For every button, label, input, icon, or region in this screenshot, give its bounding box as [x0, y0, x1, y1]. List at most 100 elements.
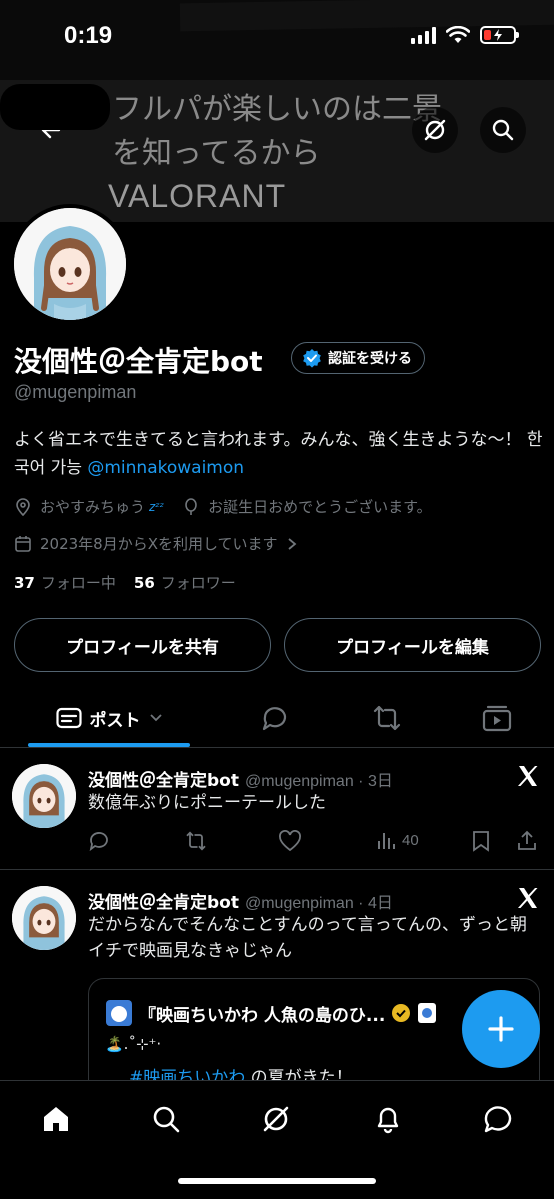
- profile-meta-row: おやすみちゅう zᶻᶻ お誕生日おめでとうございます。: [14, 496, 432, 517]
- share-icon: [518, 830, 536, 850]
- share-button[interactable]: [516, 830, 538, 852]
- get-verified-button[interactable]: 認証を受ける: [291, 342, 425, 374]
- bookmark-icon: [473, 831, 489, 852]
- nav-notifications[interactable]: [368, 1099, 408, 1139]
- grok-icon: [424, 119, 446, 141]
- verified-badge-icon: [303, 349, 321, 368]
- post-avatar[interactable]: [12, 764, 76, 828]
- sleep-zzz: zᶻᶻ: [149, 499, 165, 514]
- reply-bubble-icon: [262, 707, 287, 731]
- birthday-balloon-icon: [185, 497, 197, 515]
- profile-tabs: ポスト: [0, 690, 554, 748]
- chat-bubble-icon: [484, 1106, 512, 1133]
- quoted-post-line: 🏝️.˚⊹⁺‧: [105, 1035, 162, 1053]
- search-icon: [153, 1106, 180, 1133]
- location-pin-icon: [16, 497, 30, 516]
- chevron-right-icon: [287, 537, 296, 550]
- profile-handle: @mugenpiman: [14, 382, 137, 402]
- post-actions: 40: [88, 830, 540, 854]
- grok-icon: [263, 1106, 289, 1132]
- avatar-illustration: [12, 886, 76, 950]
- quoted-avatar-icon: [106, 1000, 132, 1026]
- views-button[interactable]: 40: [376, 830, 419, 850]
- post-handle-time: @mugenpiman · 4日: [244, 895, 393, 912]
- tab-posts-label: ポスト: [89, 710, 141, 731]
- banner-text-line2: を知ってるから: [112, 136, 321, 171]
- chevron-down-icon: [149, 714, 162, 722]
- tab-media[interactable]: [472, 690, 522, 746]
- active-tab-indicator: [28, 743, 190, 747]
- following-label: フォロー中: [40, 574, 116, 592]
- status-bar: 0:19: [0, 0, 554, 80]
- bell-icon: [377, 1107, 399, 1134]
- post-text: だからなんでそんなことすんのって言ってんの、ずっと朝イチで映画見なきゃじゃん: [88, 915, 527, 961]
- affiliate-badge-icon: [418, 1003, 437, 1023]
- tab-replies[interactable]: [250, 690, 300, 746]
- wifi-icon: [446, 26, 470, 43]
- grok-button[interactable]: [412, 107, 458, 153]
- like-button[interactable]: [278, 830, 302, 852]
- search-button[interactable]: [480, 107, 526, 153]
- x-logo-icon: [518, 888, 538, 908]
- calendar-icon: [15, 535, 31, 552]
- battery-icon: [480, 26, 519, 44]
- avatar-illustration: [12, 764, 76, 828]
- post-avatar[interactable]: [12, 886, 76, 950]
- post-author-name[interactable]: 没個性＠全肯定bot: [88, 766, 239, 791]
- post-author-name[interactable]: 没個性＠全肯定bot: [88, 888, 239, 913]
- post-header: 没個性＠全肯定bot @mugenpiman · 4日: [88, 888, 393, 913]
- nav-grok[interactable]: [256, 1099, 296, 1139]
- post-handle-time: @mugenpiman · 3日: [244, 773, 393, 790]
- following-link[interactable]: 37 フォロー中: [14, 572, 116, 593]
- profile-bio: よく省エネで生きてると言われます。みんな、強く生きような〜！ 한국어 가능 @m…: [14, 426, 544, 482]
- analytics-bars-icon: [378, 833, 395, 849]
- home-icon: [44, 1107, 68, 1131]
- followers-label: フォロワー: [160, 574, 236, 592]
- profile-birthday: お誕生日おめでとうございます。: [208, 498, 432, 516]
- reply-button[interactable]: [88, 830, 110, 852]
- search-icon: [492, 119, 514, 141]
- repost-button[interactable]: [184, 830, 208, 852]
- repost-icon: [373, 705, 401, 731]
- profile-display-name: 没個性＠全肯定bot: [14, 345, 263, 378]
- profile-joined-row[interactable]: 2023年8月からXを利用しています: [14, 533, 298, 554]
- reply-icon: [89, 832, 108, 852]
- gold-verified-badge-icon: [392, 1004, 411, 1022]
- tab-posts[interactable]: ポスト: [28, 690, 190, 746]
- profile-joined-date: 2023年8月からXを利用しています: [40, 535, 278, 553]
- cellular-signal-icon: [411, 26, 436, 44]
- following-count: 37: [14, 574, 35, 592]
- edit-profile-button[interactable]: プロフィールを編集: [284, 618, 541, 672]
- compose-post-button[interactable]: [462, 990, 540, 1068]
- avatar-illustration: [14, 208, 126, 320]
- posts-tab-icon: [55, 707, 82, 729]
- profile-location: おやすみちゅう: [40, 498, 146, 516]
- scribble-redaction-left: [0, 84, 110, 130]
- post-item[interactable]: 没個性＠全肯定bot @mugenpiman · 3日 数億年ぶりにポニーテール…: [0, 748, 554, 870]
- bio-mention-link[interactable]: @minnakowaimon: [87, 458, 244, 478]
- post-text: 数億年ぶりにポニーテールした: [88, 793, 326, 813]
- status-time: 0:19: [64, 22, 113, 49]
- banner-text-line3: VALORANT: [108, 178, 287, 214]
- quoted-post-header: 『映画ちいかわ 人魚の島のひ...: [105, 999, 437, 1027]
- followers-count: 56: [133, 574, 155, 592]
- nav-messages[interactable]: [478, 1099, 518, 1139]
- nav-explore[interactable]: [146, 1099, 186, 1139]
- followers-link[interactable]: 56 フォロワー: [134, 572, 236, 593]
- video-media-icon: [482, 705, 512, 732]
- quoted-author-name: 『映画ちいかわ 人魚の島のひ...: [139, 1005, 386, 1026]
- get-verified-label: 認証を受ける: [328, 351, 412, 367]
- plus-icon: [488, 1016, 514, 1042]
- nav-home[interactable]: [36, 1099, 76, 1139]
- views-count: 40: [402, 831, 419, 849]
- share-profile-button[interactable]: プロフィールを共有: [14, 618, 271, 672]
- x-logo-icon: [518, 766, 538, 786]
- status-icons: [411, 26, 519, 44]
- heart-icon: [279, 830, 301, 852]
- tab-reposts[interactable]: [362, 690, 412, 746]
- follow-counts: 37 フォロー中 56 フォロワー: [14, 572, 236, 593]
- home-indicator[interactable]: [178, 1178, 376, 1184]
- profile-avatar[interactable]: [10, 204, 130, 324]
- repost-icon: [186, 831, 206, 851]
- bookmark-button[interactable]: [472, 830, 490, 852]
